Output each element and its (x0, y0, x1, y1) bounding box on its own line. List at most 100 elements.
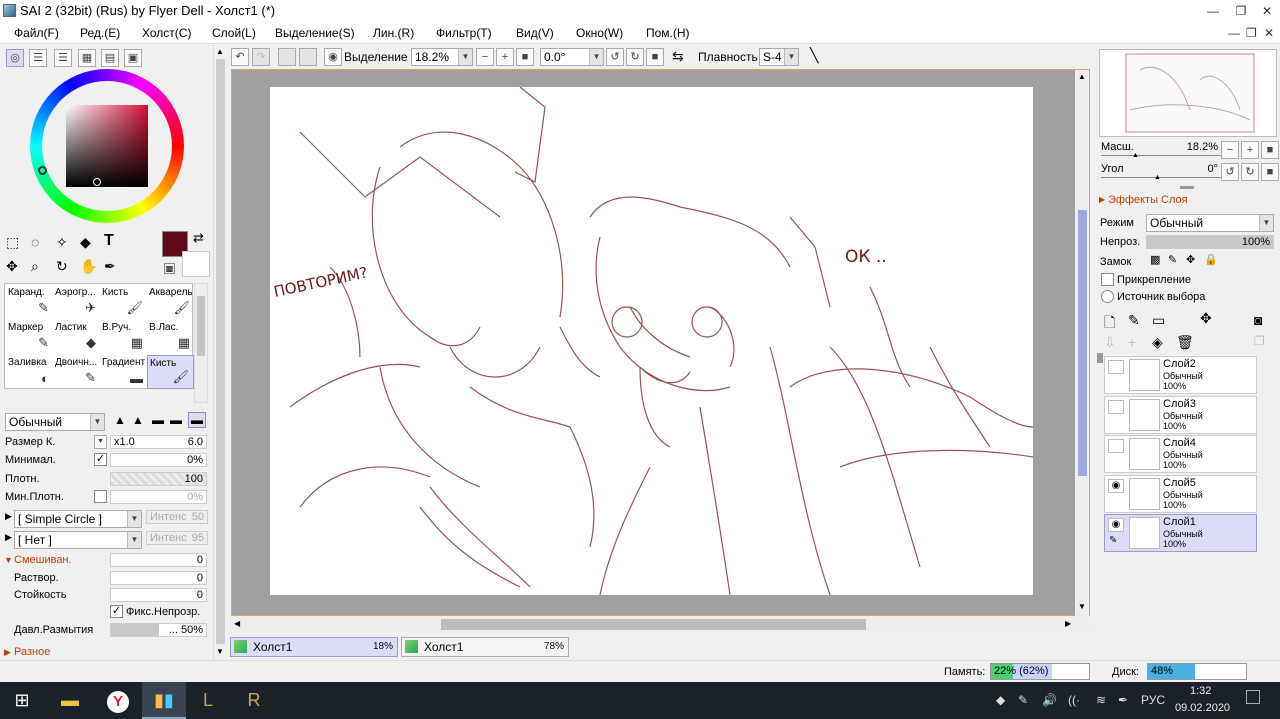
riot-client-icon[interactable]: R (236, 682, 272, 719)
tray-pen-icon[interactable]: ✎ (1018, 693, 1028, 707)
nav-zoom-reset-button[interactable]: ■ (1261, 141, 1279, 159)
color-cursor[interactable] (93, 178, 101, 186)
saturation-value-square[interactable] (66, 105, 148, 187)
rotate-icon[interactable]: ↻ (56, 258, 68, 275)
tip-shape-5-icon[interactable]: ▬ (188, 412, 206, 428)
layer-list-scroll-marker[interactable] (1097, 353, 1103, 363)
delete-layer-icon[interactable]: 🗑 (1176, 334, 1194, 351)
layer-row[interactable]: ◉ Слой1 Обычный 100% ✎ (1104, 514, 1257, 552)
menu-layer[interactable]: Слой(L) (212, 26, 256, 40)
lock-all-icon[interactable]: 🔒 (1204, 253, 1218, 266)
min-size-slider[interactable]: 0% (110, 453, 207, 467)
brush-size-slider[interactable]: x1.0 6.0 (110, 435, 207, 449)
effects-expand-icon[interactable]: ▶ (1099, 195, 1105, 204)
tool-cell[interactable]: Градиент ▬ (100, 355, 147, 389)
tool-cell[interactable]: В.Руч. ▦ (100, 320, 147, 354)
navigator-preview[interactable] (1099, 49, 1277, 137)
hsv-sliders-tab-icon[interactable]: ☰ (54, 49, 72, 67)
misc-expand-icon[interactable]: ▶ (4, 647, 11, 658)
start-windows-icon[interactable]: ⊞ (4, 682, 40, 719)
tool-grid-scrollbar[interactable] (194, 283, 208, 403)
angle-combo[interactable]: 0.0° ▼ (540, 48, 604, 66)
hscroll-thumb[interactable] (441, 619, 866, 630)
sai-taskbar-icon[interactable]: ▮▮ (142, 682, 186, 719)
line-icon[interactable]: ╲ (810, 47, 818, 64)
secondary-color-swatch[interactable] (182, 251, 210, 277)
blending-slider[interactable]: 0 (110, 553, 207, 567)
hscroll-right-icon[interactable]: ▶ (1065, 619, 1071, 628)
shape-intensity-slider[interactable]: Интенс 50 (146, 510, 208, 524)
undo-button[interactable]: ↶ (231, 48, 249, 66)
tip-shape-3-icon[interactable]: ▬ (152, 413, 164, 427)
min-density-checkbox[interactable] (94, 490, 107, 503)
nav-zoom-out-button[interactable]: − (1221, 141, 1239, 159)
lock-move-icon[interactable]: ✥ (1186, 253, 1195, 266)
tip-shape-2-icon[interactable]: ▲ (132, 413, 144, 427)
layer-effects-title[interactable]: Эффекты Слоя (1108, 194, 1188, 206)
deselect-button[interactable] (278, 48, 296, 66)
clipping-checkbox[interactable] (1101, 273, 1114, 286)
lock-paint-icon[interactable]: ✎ (1168, 253, 1177, 266)
zoom-out-button[interactable]: − (476, 48, 494, 66)
density-slider[interactable]: 100 (110, 472, 207, 486)
minimize-button[interactable]: — (1200, 0, 1226, 22)
notifications-icon[interactable] (1246, 690, 1260, 704)
invert-selection-button[interactable] (299, 48, 317, 66)
menu-selection[interactable]: Выделение(S) (275, 26, 355, 40)
canvas-paper[interactable]: ПОВТОРИМ? ОК .. (270, 87, 1033, 595)
new-layer-icon[interactable]: 🗋 (1104, 312, 1115, 336)
eyedropper-icon[interactable]: ✒ (104, 258, 116, 275)
tray-app-icon[interactable]: ◆ (996, 693, 1005, 707)
brush-shape-combo[interactable]: [ Simple Circle ] ▼ (14, 510, 142, 528)
hue-cursor[interactable] (38, 166, 47, 175)
close-button[interactable]: ✕ (1254, 0, 1280, 22)
swap-colors-icon[interactable]: ⇄ (193, 230, 204, 246)
layer-mode-combo[interactable]: Обычный ▼ (1146, 214, 1274, 232)
palette-tab-icon[interactable]: ▤ (101, 49, 119, 67)
rotate-reset-button[interactable]: ■ (646, 48, 664, 66)
menu-edit[interactable]: Ред.(E) (80, 26, 120, 40)
texture-intensity-slider[interactable]: Интенс 95 (146, 531, 208, 545)
flip-icon[interactable]: ⇆ (672, 48, 684, 65)
maximize-button[interactable]: ❐ (1228, 0, 1254, 22)
select-pen-icon[interactable]: ◆ (80, 234, 91, 251)
persistence-slider[interactable]: 0 (110, 588, 207, 602)
rotate-left-button[interactable]: ↺ (606, 48, 624, 66)
tool-cell[interactable]: Ластик ◆ (53, 320, 100, 354)
canvas-tab-1[interactable]: Холст1 18% (230, 637, 398, 657)
panel-splitter[interactable] (1180, 186, 1194, 189)
color-wheel-tab-icon[interactable]: ◎ (6, 49, 24, 67)
language-indicator[interactable]: РУС (1141, 693, 1165, 707)
tip-shape-4-icon[interactable]: ▬ (170, 413, 182, 427)
scroll-up-icon[interactable]: ▲ (216, 47, 224, 56)
vscroll-up-icon[interactable]: ▲ (1078, 72, 1086, 81)
menu-file[interactable]: Файл(F) (14, 26, 59, 40)
network-icon[interactable]: ((· (1068, 693, 1080, 707)
menu-filter[interactable]: Фильтр(T) (436, 26, 492, 40)
layer-opacity-slider[interactable]: 100% (1146, 235, 1274, 249)
nav-rotate-left-button[interactable]: ↺ (1221, 163, 1239, 181)
layer-move-icon[interactable]: ✥ (1200, 310, 1212, 327)
tool-cell[interactable]: В.Лас. ▦ (147, 320, 194, 354)
transparent-color-icon[interactable]: ▩ (164, 263, 175, 274)
blend-mode-combo[interactable]: Обычный ▼ (5, 413, 105, 431)
zoom-reset-button[interactable]: ■ (516, 48, 534, 66)
tool-cell[interactable]: Кисть 🖌 (100, 285, 147, 319)
visibility-eye-icon[interactable]: ◉ (1108, 518, 1124, 532)
redo-button[interactable]: ↷ (252, 48, 270, 66)
new-linework-layer-icon[interactable]: ✎ (1128, 312, 1140, 329)
mdi-close-button[interactable]: ✕ (1264, 26, 1274, 40)
scroll-down-icon[interactable]: ▼ (216, 647, 224, 656)
pen-tray-icon[interactable]: ✒ (1118, 693, 1128, 707)
show-selection-eye-icon[interactable]: ◉ (324, 48, 342, 66)
dilution-slider[interactable]: 0 (110, 571, 207, 585)
layer-row[interactable]: Слой2 Обычный 100% (1104, 356, 1257, 394)
rect-select-icon[interactable]: ⬚ (6, 234, 19, 251)
smoothing-combo[interactable]: S-4 ▼ (759, 48, 799, 66)
scratchpad-tab-icon[interactable]: ▣ (124, 49, 142, 67)
blur-pressure-slider[interactable]: ... 50% (110, 623, 207, 637)
text-tool-icon[interactable]: T (104, 232, 114, 250)
brush-texture-combo[interactable]: [ Нет ] ▼ (14, 531, 142, 549)
menu-ruler[interactable]: Лин.(R) (373, 26, 414, 40)
nav-zoom-thumb[interactable]: ▲ (1132, 152, 1139, 159)
